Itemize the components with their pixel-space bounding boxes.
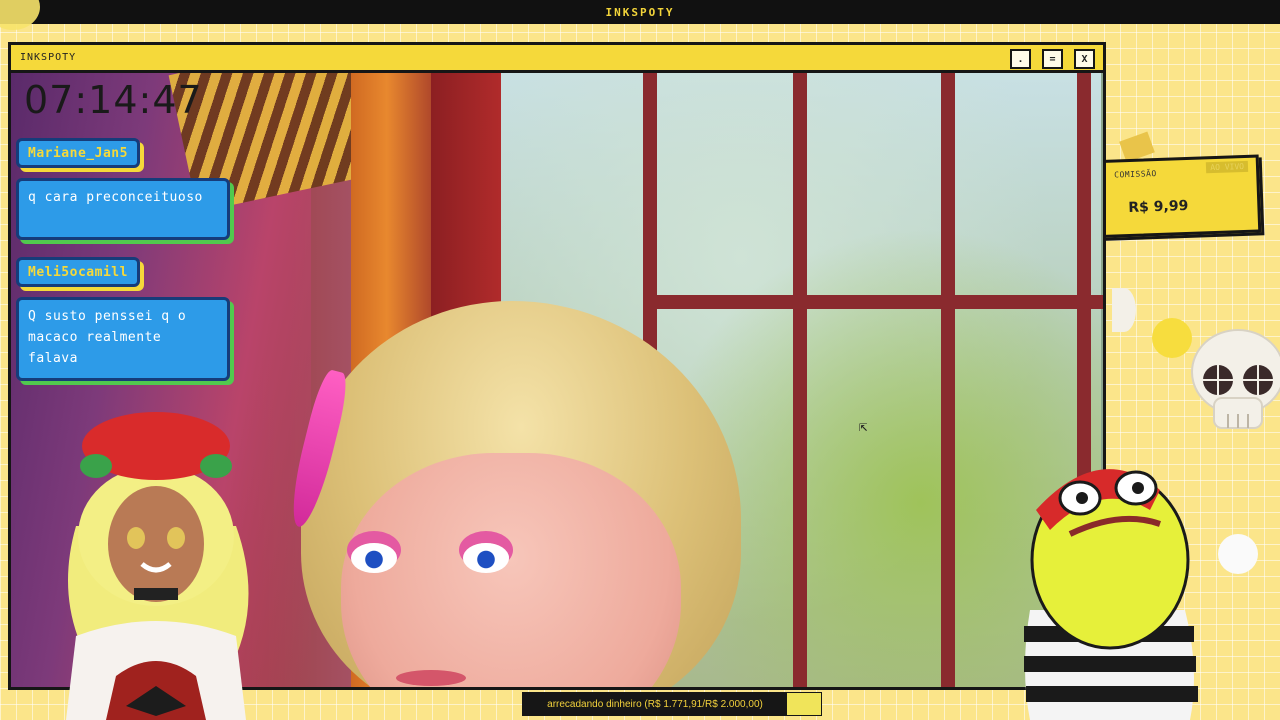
- chat-username: Meli5ocamill: [16, 257, 140, 287]
- white-circle-decoration: [1218, 534, 1258, 574]
- close-button[interactable]: X: [1074, 49, 1095, 69]
- goal-progress-remaining: [787, 693, 821, 715]
- frog-avatar-right: [1024, 469, 1198, 720]
- donation-goal-bar: arrecadando dinheiro (R$ 1.771,91/R$ 2.0…: [522, 692, 822, 716]
- window-controls: . = X: [1010, 49, 1095, 69]
- chat-username: Mariane_Jan5: [16, 138, 140, 168]
- chat-message: Q susto penssei q o macaco realmente fal…: [16, 297, 230, 381]
- character-eye-left: [351, 543, 397, 573]
- skull-partial-decoration: [1112, 288, 1136, 332]
- app-top-title: INKSPOTY: [605, 5, 675, 19]
- minimize-button[interactable]: .: [1010, 49, 1031, 69]
- window-frame-bar: [793, 73, 807, 687]
- maximize-button[interactable]: =: [1042, 49, 1063, 69]
- window-frame-bar: [643, 295, 1103, 309]
- yellow-circle-decoration: [1152, 318, 1192, 358]
- mouse-pointer-icon: ⇱: [859, 419, 868, 435]
- sun-decoration: [0, 0, 40, 30]
- commission-label: COMISSÃO: [1114, 169, 1157, 180]
- character-face: [341, 453, 681, 687]
- app-top-bar: INKSPOTY: [0, 0, 1280, 24]
- window-title: INKSPOTY: [20, 52, 77, 63]
- character-lips: [396, 670, 466, 686]
- stream-clock: 07:14:47: [24, 78, 203, 122]
- character-eye-right: [463, 543, 509, 573]
- goal-progress-text: arrecadando dinheiro (R$ 1.771,91/R$ 2.0…: [547, 698, 763, 710]
- vtuber-avatar-left: [66, 412, 249, 720]
- skull-icon: [1191, 329, 1280, 429]
- window-titlebar[interactable]: INKSPOTY . = X: [11, 45, 1103, 73]
- chat-message: q cara preconceituoso: [16, 178, 230, 240]
- window-frame-bar: [941, 73, 955, 687]
- live-badge: AO VIVO: [1206, 160, 1249, 174]
